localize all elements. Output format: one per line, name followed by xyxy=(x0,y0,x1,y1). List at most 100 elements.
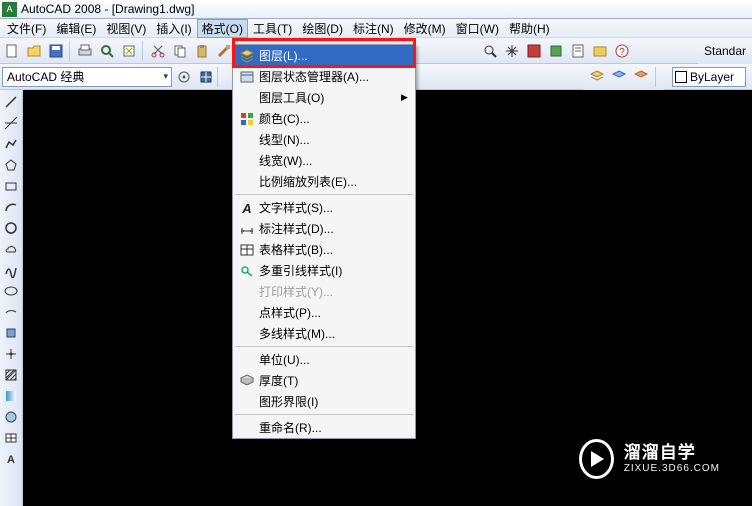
separator xyxy=(217,67,220,87)
prop-button[interactable] xyxy=(568,41,588,61)
menu-视图[interactable]: 视图(V) xyxy=(101,19,151,38)
menu-工具[interactable]: 工具(T) xyxy=(248,19,297,38)
menu-item-单位U[interactable]: 单位(U)... xyxy=(233,349,415,370)
menu-item-label: 多线样式(M)... xyxy=(257,325,401,342)
menu-item-多重引线样式I[interactable]: 多重引线样式(I) xyxy=(233,260,415,281)
layer-tool-2[interactable] xyxy=(609,67,629,87)
menu-格式[interactable]: 格式(O) xyxy=(197,19,248,38)
ellipse-arc-icon[interactable] xyxy=(2,302,21,321)
table-icon[interactable] xyxy=(2,428,21,447)
menu-item-图层工具O[interactable]: 图层工具(O)▶ xyxy=(233,87,415,108)
svg-text:?: ? xyxy=(619,47,625,58)
menu-item-图层L[interactable]: 图层(L)... xyxy=(233,45,415,66)
save-button[interactable] xyxy=(46,41,66,61)
line-icon[interactable] xyxy=(2,92,21,111)
xline-icon[interactable] xyxy=(2,113,21,132)
preview-button[interactable] xyxy=(97,41,117,61)
color-icon xyxy=(237,111,257,127)
spline-icon[interactable] xyxy=(2,260,21,279)
help-button[interactable]: ? xyxy=(612,41,632,61)
menu-绘图[interactable]: 绘图(D) xyxy=(297,19,348,38)
menu-窗口[interactable]: 窗口(W) xyxy=(451,19,504,38)
menu-item-重命名R[interactable]: 重命名(R)... xyxy=(233,417,415,438)
menu-item-线宽W[interactable]: 线宽(W)... xyxy=(233,150,415,171)
open-button[interactable] xyxy=(24,41,44,61)
menu-item-点样式P[interactable]: 点样式(P)... xyxy=(233,302,415,323)
menu-item-label: 图形界限(I) xyxy=(257,393,401,410)
table-style-icon xyxy=(237,242,257,258)
workspace-combo[interactable]: AutoCAD 经典 xyxy=(2,67,172,87)
ws-grid-button[interactable] xyxy=(196,67,216,87)
separator xyxy=(142,41,145,61)
rect-icon[interactable] xyxy=(2,176,21,195)
zoom-realtime-button[interactable] xyxy=(480,41,500,61)
menu-item-比例缩放列表E[interactable]: 比例缩放列表(E)... xyxy=(233,171,415,192)
bylayer-label: ByLayer xyxy=(690,70,734,84)
separator xyxy=(69,41,72,61)
draw-toolbar: A xyxy=(0,90,23,506)
pan-button[interactable] xyxy=(502,41,522,61)
menu-item-表格样式B[interactable]: 表格样式(B)... xyxy=(233,239,415,260)
cut-button[interactable] xyxy=(148,41,168,61)
dc-button[interactable] xyxy=(524,41,544,61)
layer-tool-3[interactable] xyxy=(631,67,651,87)
watermark: 溜溜自学 ZIXUE.3D66.COM xyxy=(567,431,732,486)
menu-文件[interactable]: 文件(F) xyxy=(2,19,51,38)
arc-icon[interactable] xyxy=(2,197,21,216)
standard-label: Standar xyxy=(704,44,746,58)
tools-button[interactable] xyxy=(546,41,566,61)
menu-item-标注样式D[interactable]: 标注样式(D)... xyxy=(233,218,415,239)
ws-settings-button[interactable] xyxy=(174,67,194,87)
watermark-line1: 溜溜自学 xyxy=(624,443,720,463)
region-icon[interactable] xyxy=(2,407,21,426)
circle-icon[interactable] xyxy=(2,218,21,237)
block-icon[interactable] xyxy=(2,323,21,342)
color-combo[interactable]: ByLayer xyxy=(672,67,746,87)
menu-item-颜色C[interactable]: 颜色(C)... xyxy=(233,108,415,129)
mleader-icon xyxy=(237,263,257,279)
menu-item-label: 线型(N)... xyxy=(257,131,401,148)
menu-item-label: 图层工具(O) xyxy=(257,89,401,106)
menubar: 文件(F)编辑(E)视图(V)插入(I)格式(O)工具(T)绘图(D)标注(N)… xyxy=(0,19,752,38)
revcloud-icon[interactable] xyxy=(2,239,21,258)
text-style-icon: A xyxy=(237,200,257,216)
menu-item-多线样式M[interactable]: 多线样式(M)... xyxy=(233,323,415,344)
polygon-icon[interactable] xyxy=(2,155,21,174)
menu-编辑[interactable]: 编辑(E) xyxy=(51,19,101,38)
menu-帮助[interactable]: 帮助(H) xyxy=(504,19,555,38)
paste-button[interactable] xyxy=(192,41,212,61)
svg-text:A: A xyxy=(7,454,15,466)
menu-item-打印样式Y: 打印样式(Y)... xyxy=(233,281,415,302)
hatch-icon[interactable] xyxy=(2,365,21,384)
bylayer-toolbar: ByLayer xyxy=(672,64,752,90)
mtext-icon[interactable]: A xyxy=(2,449,21,468)
titlebar: A AutoCAD 2008 - [Drawing1.dwg] xyxy=(0,0,752,19)
ssm-button[interactable] xyxy=(590,41,610,61)
menu-item-label: 图层状态管理器(A)... xyxy=(257,68,401,85)
pline-icon[interactable] xyxy=(2,134,21,153)
point-icon[interactable] xyxy=(2,344,21,363)
menu-item-label: 线宽(W)... xyxy=(257,152,401,169)
separator xyxy=(655,67,658,87)
menu-修改[interactable]: 修改(M) xyxy=(399,19,451,38)
menu-item-线型N[interactable]: 线型(N)... xyxy=(233,129,415,150)
menu-item-label: 打印样式(Y)... xyxy=(257,283,401,300)
menu-标注[interactable]: 标注(N) xyxy=(348,19,399,38)
match-button[interactable] xyxy=(214,41,234,61)
app-icon: A xyxy=(2,2,17,17)
plot-button[interactable] xyxy=(75,41,95,61)
ellipse-icon[interactable] xyxy=(2,281,21,300)
layer-tool-1[interactable] xyxy=(587,67,607,87)
menu-item-图层状态管理器A[interactable]: 图层状态管理器(A)... xyxy=(233,66,415,87)
new-button[interactable] xyxy=(2,41,22,61)
menu-item-图形界限I[interactable]: 图形界限(I) xyxy=(233,391,415,412)
menu-item-厚度T[interactable]: 厚度(T) xyxy=(233,370,415,391)
menu-item-文字样式S[interactable]: A文字样式(S)... xyxy=(233,197,415,218)
menu-item-label: 表格样式(B)... xyxy=(257,241,401,258)
publish-button[interactable] xyxy=(119,41,139,61)
gradient-icon[interactable] xyxy=(2,386,21,405)
layers-icon xyxy=(237,48,257,64)
copy-button[interactable] xyxy=(170,41,190,61)
menu-插入[interactable]: 插入(I) xyxy=(151,19,196,38)
dim-style-icon xyxy=(237,221,257,237)
